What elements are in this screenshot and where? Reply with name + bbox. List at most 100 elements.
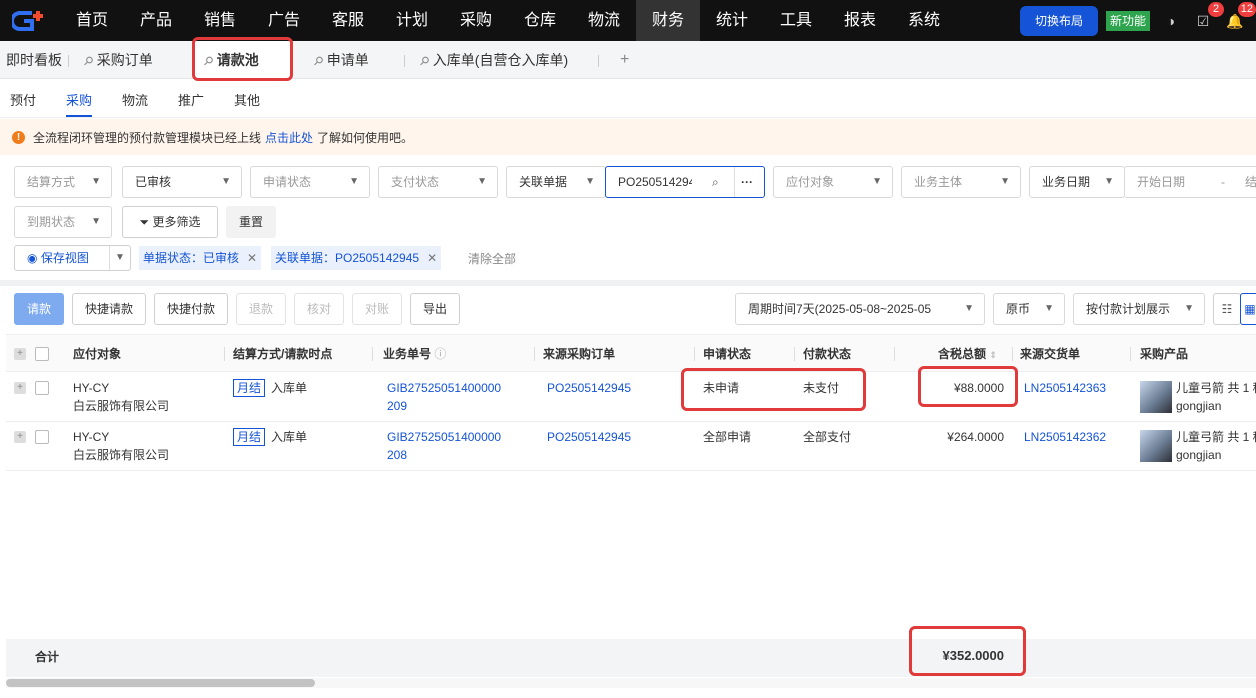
- due-status-select[interactable]: 到期状态 ▼: [14, 206, 112, 238]
- biz-no-link[interactable]: GIB27525051400000 208: [387, 428, 501, 464]
- reconcile-button[interactable]: 对账: [352, 293, 402, 325]
- nav-item[interactable]: 工具: [764, 0, 828, 41]
- product-thumbnail[interactable]: [1140, 430, 1172, 462]
- verify-button[interactable]: 核对: [294, 293, 344, 325]
- more-filters-button[interactable]: ⏷ 更多筛选: [122, 206, 218, 238]
- columns-icon[interactable]: ☷: [1213, 293, 1241, 325]
- notice-link[interactable]: 点击此处: [265, 129, 313, 146]
- subtab-purchase[interactable]: 采购: [66, 90, 93, 117]
- quick-request-button[interactable]: 快捷请款: [72, 293, 146, 325]
- highlight-tab: [192, 37, 293, 81]
- highlight-total: [909, 626, 1026, 676]
- subtab-other[interactable]: 其他: [234, 90, 260, 109]
- close-icon[interactable]: ✕: [247, 251, 257, 265]
- clear-all-link[interactable]: 清除全部: [468, 250, 516, 267]
- search-icon[interactable]: ⌕: [712, 167, 719, 197]
- nav-item[interactable]: 首页: [60, 0, 124, 41]
- grid-view-icon[interactable]: ▦: [1240, 293, 1256, 325]
- tab-label: 入库单(自营仓入库单): [432, 52, 569, 68]
- notice-text: 全流程闭环管理的预付款管理模块已经上线: [33, 130, 262, 145]
- row-checkbox[interactable]: [35, 381, 49, 395]
- pay-status-select[interactable]: 支付状态 ▼: [378, 166, 498, 198]
- col-header: 来源采购订单: [543, 347, 616, 361]
- nav-item[interactable]: 统计: [700, 0, 764, 41]
- settle-method-select[interactable]: 结算方式 ▼: [14, 166, 112, 198]
- nav-item[interactable]: 销售: [188, 0, 252, 41]
- select-label: 已审核: [135, 175, 172, 189]
- subtab-promotion[interactable]: 推广: [178, 90, 204, 109]
- select-all-checkbox[interactable]: [35, 347, 49, 361]
- close-icon[interactable]: ✕: [427, 251, 437, 265]
- delivery-link[interactable]: LN2505142362: [1024, 428, 1106, 446]
- po-link[interactable]: PO2505142945: [547, 379, 631, 397]
- period-select[interactable]: 周期时间7天(2025-05-08~2025-05 ▼: [735, 293, 985, 325]
- date-range-input[interactable]: 开始日期 - 结: [1124, 166, 1256, 198]
- reset-button[interactable]: 重置: [226, 206, 276, 238]
- table-row[interactable]: + HY-CY 白云服饰有限公司 月结 入库单 GIB27525051400000…: [6, 373, 1256, 422]
- po-link[interactable]: PO2505142945: [547, 428, 631, 446]
- expand-row-icon[interactable]: +: [14, 431, 26, 443]
- expand-row-icon[interactable]: +: [14, 382, 26, 394]
- entity-select[interactable]: 业务主体 ▼: [901, 166, 1021, 198]
- pulse-icon[interactable]: ◑: [1160, 10, 1182, 32]
- audit-status-select[interactable]: 已审核 ▼: [122, 166, 242, 198]
- product-thumbnail[interactable]: [1140, 381, 1172, 413]
- chevron-down-icon: ▼: [349, 176, 359, 187]
- sort-icon[interactable]: ⇕: [989, 350, 997, 360]
- select-label: 按付款计划展示: [1086, 302, 1171, 316]
- nav-item[interactable]: 物流: [572, 0, 636, 41]
- export-button[interactable]: 导出: [410, 293, 460, 325]
- tab-purchase-order[interactable]: ⚲采购订单: [80, 41, 152, 79]
- biz-no-part: 209: [387, 399, 408, 413]
- tab-dashboard[interactable]: 即时看板: [6, 41, 62, 79]
- delivery-link[interactable]: LN2505142363: [1024, 379, 1106, 397]
- scrollbar-thumb[interactable]: [6, 679, 315, 687]
- chevron-down-icon: ▼: [477, 176, 487, 187]
- task-icon[interactable]: ☑ 2: [1192, 1, 1224, 32]
- nav-item[interactable]: 财务: [636, 0, 700, 41]
- chevron-down-icon[interactable]: ▼: [115, 246, 125, 270]
- nav-item[interactable]: 系统: [892, 0, 956, 41]
- nav-item[interactable]: 广告: [252, 0, 316, 41]
- product-name[interactable]: 儿童弓箭 共 1 种: [1176, 428, 1256, 446]
- currency-select[interactable]: 原币 ▼: [993, 293, 1065, 325]
- nav-item[interactable]: 仓库: [508, 0, 572, 41]
- payee-name: 白云服饰有限公司: [73, 399, 170, 413]
- tab-application[interactable]: ⚲申请单: [310, 41, 368, 79]
- table-row[interactable]: + HY-CY 白云服饰有限公司 月结 入库单 GIB27525051400000…: [6, 422, 1256, 471]
- biz-no-link[interactable]: GIB27525051400000 209: [387, 379, 501, 415]
- related-doc-select[interactable]: 关联单据 ▼: [506, 166, 606, 198]
- request-button[interactable]: 请款: [14, 293, 64, 325]
- chevron-down-icon: ▼: [221, 176, 231, 187]
- refund-button[interactable]: 退款: [236, 293, 286, 325]
- expand-all-icon[interactable]: +: [14, 348, 26, 360]
- nav-item[interactable]: 报表: [828, 0, 892, 41]
- more-icon[interactable]: ···: [741, 167, 753, 197]
- switch-layout-button[interactable]: 切换布局: [1020, 5, 1098, 36]
- apply-status-select[interactable]: 申请状态 ▼: [250, 166, 370, 198]
- bell-icon[interactable]: 🔔 12: [1224, 1, 1256, 32]
- payee-select[interactable]: 应付对象 ▼: [773, 166, 893, 198]
- amount: ¥264.0000: [947, 430, 1004, 444]
- quick-pay-button[interactable]: 快捷付款: [154, 293, 228, 325]
- add-tab-button[interactable]: +: [620, 41, 629, 79]
- date-type-select[interactable]: 业务日期 ▼: [1029, 166, 1125, 198]
- logo[interactable]: [0, 0, 60, 41]
- page-tabbar: 即时看板 ⚲采购订单 ⚲请款池 ⚲申请单 ⚲入库单(自营仓入库单) +: [0, 41, 1256, 79]
- help-icon[interactable]: ⓘ: [434, 347, 446, 361]
- product-name[interactable]: 儿童弓箭 共 1 种: [1176, 379, 1256, 397]
- chevron-down-icon: ▼: [1000, 176, 1010, 187]
- row-checkbox[interactable]: [35, 430, 49, 444]
- nav-item[interactable]: 计划: [380, 0, 444, 41]
- logo-icon: [12, 10, 43, 31]
- related-doc-search-input[interactable]: PO2505142945 ⌕ ···: [605, 166, 765, 198]
- tab-inbound-order[interactable]: ⚲入库单(自营仓入库单): [416, 41, 569, 79]
- nav-item[interactable]: 产品: [124, 0, 188, 41]
- new-feature-button[interactable]: 新功能: [1106, 10, 1150, 31]
- plan-display-select[interactable]: 按付款计划展示 ▼: [1073, 293, 1205, 325]
- save-view-button[interactable]: ◉ 保存视图 ▼: [14, 245, 131, 271]
- subtab-prepay[interactable]: 预付: [10, 90, 36, 109]
- nav-item[interactable]: 采购: [444, 0, 508, 41]
- subtab-logistics[interactable]: 物流: [122, 90, 148, 109]
- nav-item[interactable]: 客服: [316, 0, 380, 41]
